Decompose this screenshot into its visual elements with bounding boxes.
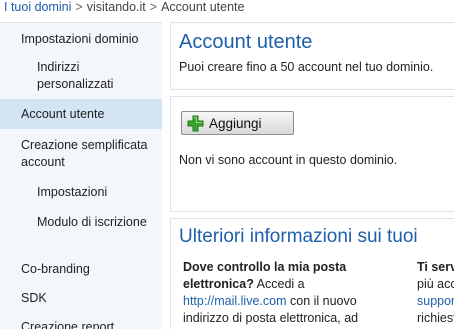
accounts-panel: Aggiungi Non vi sono account in questo d… <box>170 96 454 212</box>
info-text-truncated: più acc <box>417 277 454 291</box>
breadcrumb-root-link[interactable]: I tuoi domini <box>4 0 71 14</box>
info-question-truncated: Ti serv <box>417 260 454 274</box>
sidebar-item-creazione-semplificata-account[interactable]: Creazione semplificata account <box>0 137 162 171</box>
sidebar-item-co-branding[interactable]: Co-branding <box>0 261 162 278</box>
breadcrumb-current: Account utente <box>161 0 245 14</box>
breadcrumb-separator: > <box>75 0 83 14</box>
sidebar-item-impostazioni[interactable]: Impostazioni <box>0 184 162 201</box>
info-column-mail: Dove controllo la mia posta elettronica?… <box>183 259 383 329</box>
info-panel: Ulteriori informazioni sui tuoi Dove con… <box>170 218 454 329</box>
plus-icon <box>187 115 204 131</box>
sidebar-item-impostazioni-dominio[interactable]: Impostazioni dominio <box>0 31 162 48</box>
add-account-button-label: Aggiungi <box>209 115 262 131</box>
sidebar-item-sdk[interactable]: SDK <box>0 290 162 307</box>
main-content: Account utente Puoi creare fino a 50 acc… <box>170 22 454 329</box>
sidebar-item-account-utente[interactable]: Account utente <box>0 99 162 129</box>
breadcrumb-separator: > <box>149 0 158 14</box>
info-column-support: Ti serv più acc suppor richiest <box>417 259 454 327</box>
info-text-truncated: richiest <box>417 311 454 325</box>
breadcrumb-domain[interactable]: visitando.it <box>87 0 146 14</box>
sidebar-item-indirizzi-personalizzati[interactable]: Indirizzi personalizzati <box>0 59 162 93</box>
page-title: Account utente <box>179 31 313 53</box>
sidebar-item-creazione-report[interactable]: Creazione report <box>0 319 162 329</box>
page-subtitle: Puoi creare fino a 50 account nel tuo do… <box>179 60 434 74</box>
page: I tuoi domini > visitando.it > Account utent… <box>0 0 454 329</box>
info-title: Ulteriori informazioni sui tuoi <box>179 226 418 247</box>
page-header: Account utente Puoi creare fino a 50 acc… <box>170 22 454 90</box>
info-text: Accedi a <box>256 277 305 291</box>
breadcrumb: I tuoi domini > visitando.it > Account utent… <box>0 0 454 18</box>
mail-live-link[interactable]: http://mail.live.com <box>183 294 287 308</box>
support-link[interactable]: suppor <box>417 294 454 308</box>
sidebar: Impostazioni dominio Indirizzi personali… <box>0 22 162 329</box>
add-account-button[interactable]: Aggiungi <box>181 111 294 135</box>
empty-accounts-message: Non vi sono account in questo dominio. <box>179 153 398 167</box>
sidebar-item-modulo-di-iscrizione[interactable]: Modulo di iscrizione <box>0 214 162 231</box>
